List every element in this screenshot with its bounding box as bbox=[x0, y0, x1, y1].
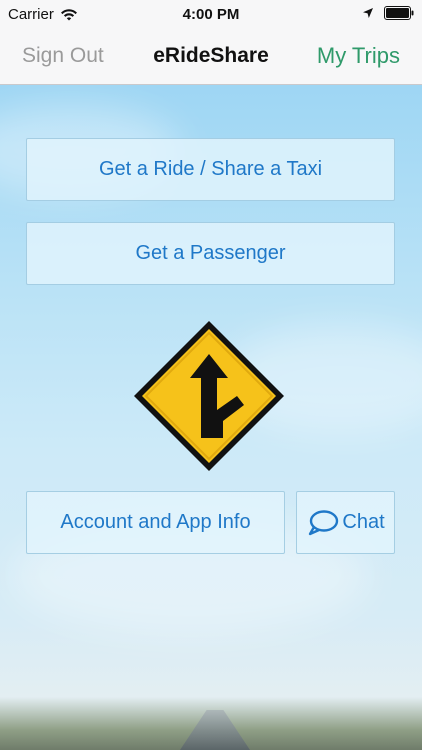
get-ride-button[interactable]: Get a Ride / Share a Taxi bbox=[26, 138, 395, 201]
battery-icon bbox=[384, 6, 414, 20]
status-right bbox=[362, 6, 414, 20]
account-info-label: Account and App Info bbox=[60, 511, 251, 533]
road-image bbox=[180, 710, 250, 750]
chat-bubble-icon bbox=[309, 509, 339, 535]
chat-button[interactable]: Chat bbox=[296, 491, 395, 554]
navigation-bar: Sign Out eRideShare My Trips bbox=[0, 30, 422, 85]
get-passenger-label: Get a Passenger bbox=[135, 242, 286, 264]
merge-road-sign-icon bbox=[134, 321, 284, 471]
my-trips-button[interactable]: My Trips bbox=[317, 43, 400, 69]
main-content: Get a Ride / Share a Taxi Get a Passenge… bbox=[0, 85, 422, 750]
status-bar: Carrier 4:00 PM bbox=[0, 0, 422, 30]
account-info-button[interactable]: Account and App Info bbox=[26, 491, 285, 554]
chat-label: Chat bbox=[342, 511, 385, 533]
app-screen: Carrier 4:00 PM Sign Out eRideShare My T… bbox=[0, 0, 422, 750]
sign-out-button[interactable]: Sign Out bbox=[22, 44, 104, 68]
location-arrow-icon bbox=[363, 8, 373, 18]
status-time: 4:00 PM bbox=[182, 6, 240, 23]
get-passenger-button[interactable]: Get a Passenger bbox=[26, 222, 395, 285]
get-ride-label: Get a Ride / Share a Taxi bbox=[98, 158, 323, 180]
